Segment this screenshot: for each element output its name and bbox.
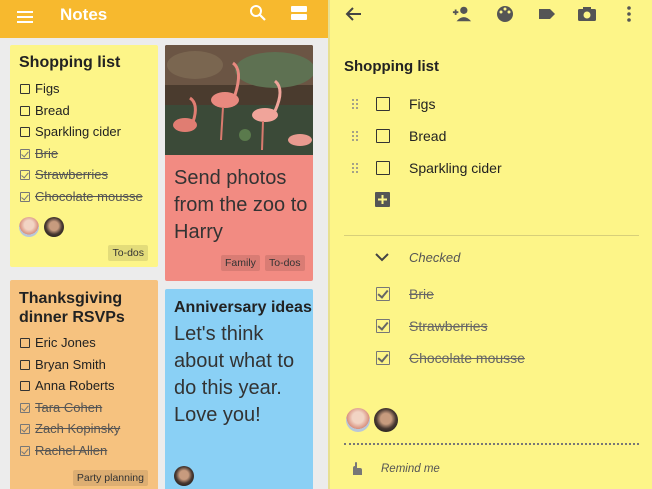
checked-checkbox[interactable]: [376, 351, 390, 365]
checkbox[interactable]: [376, 129, 390, 143]
search-icon[interactable]: [249, 4, 267, 22]
checkbox: [20, 381, 30, 391]
add-item-icon[interactable]: [375, 192, 390, 207]
note-card-anniversary[interactable]: Anniversary ideas Let's think about what…: [165, 289, 313, 489]
drag-handle-icon[interactable]: [352, 131, 360, 143]
collaborator-avatar: [174, 466, 194, 486]
list-item-text[interactable]: Bread: [409, 128, 446, 144]
collaborator-avatar: [19, 217, 39, 237]
checkbox: [20, 127, 30, 137]
list-item-text[interactable]: Strawberries: [409, 318, 488, 334]
label-chip: To-dos: [108, 245, 148, 261]
checked-checkbox: [20, 191, 30, 202]
app-title: Notes: [60, 5, 108, 24]
chevron-down-icon[interactable]: [374, 250, 390, 264]
checkbox[interactable]: [376, 97, 390, 111]
note-title: Shopping list: [19, 54, 121, 71]
list-item: Sparkling cider: [330, 155, 650, 185]
list-item-text[interactable]: Chocolate mousse: [409, 350, 525, 366]
note-body: Send photos from the zoo to Harry: [174, 167, 308, 243]
note-editor-pane: Shopping list Figs Bread Sparkling cider…: [328, 0, 652, 489]
divider: [344, 443, 639, 445]
list-item-text[interactable]: Sparkling cider: [409, 160, 502, 176]
list-item-text[interactable]: Figs: [409, 96, 435, 112]
list-item: Figs: [330, 91, 650, 121]
list-item-checked: Rachel Allen: [19, 440, 158, 462]
checked-checkbox[interactable]: [376, 287, 390, 301]
list-item-checked: Tara Cohen: [19, 397, 158, 419]
label-chip: Party planning: [72, 470, 148, 486]
list-item-checked: Brie: [19, 143, 158, 165]
list-item-text[interactable]: Brie: [409, 286, 434, 302]
collaborator-avatar[interactable]: [374, 408, 398, 432]
checked-checkbox: [20, 170, 30, 180]
more-vert-icon[interactable]: [619, 4, 639, 24]
label-chip: To-dos: [265, 255, 305, 271]
checkbox: [20, 359, 30, 370]
checked-checkbox: [20, 445, 30, 456]
note-title: Anniversary ideas: [174, 299, 312, 316]
checkbox: [20, 338, 30, 348]
checkbox: [20, 105, 30, 116]
list-item-checked: Chocolate mousse: [19, 186, 158, 208]
collaborator-avatar[interactable]: [346, 408, 370, 432]
list-item: Bread: [19, 100, 158, 122]
checked-checkbox: [20, 148, 30, 159]
reminder-hand-icon[interactable]: [348, 461, 364, 477]
note-card-thanksgiving[interactable]: Thanksgiving dinner RSVPs Eric Jones Bry…: [10, 280, 158, 489]
note-card-zoo[interactable]: Send photos from the zoo to Harry Family…: [165, 45, 313, 281]
checked-checkbox: [20, 424, 30, 434]
list-item-checked: Chocolate mousse: [330, 345, 650, 375]
list-item: Bread: [330, 123, 650, 153]
drag-handle-icon[interactable]: [352, 99, 360, 111]
notes-list-pane: Notes Shopping list Figs Bread Sparkling…: [0, 0, 328, 489]
list-item: Sparkling cider: [19, 121, 158, 143]
label-chip: Family: [221, 255, 260, 271]
flamingo-photo: [165, 45, 313, 155]
grid-view-icon[interactable]: [291, 6, 307, 21]
list-item: Bryan Smith: [19, 354, 158, 376]
note-body: Let's think about what to do this year. …: [174, 323, 295, 426]
collaborator-avatar: [44, 217, 64, 237]
add-collaborator-icon[interactable]: [452, 4, 472, 24]
list-item: Anna Roberts: [19, 375, 158, 397]
list-item-checked: Strawberries: [19, 164, 158, 186]
note-title: Thanksgiving dinner RSVPs: [19, 290, 125, 326]
checked-checkbox[interactable]: [376, 319, 390, 333]
palette-icon[interactable]: [495, 4, 515, 24]
note-title[interactable]: Shopping list: [344, 58, 439, 75]
app-bar: Notes: [0, 0, 328, 38]
list-item-checked: Strawberries: [330, 313, 650, 343]
divider: [344, 235, 639, 236]
drag-handle-icon[interactable]: [352, 163, 360, 175]
menu-icon[interactable]: [17, 9, 33, 23]
list-item-checked: Brie: [330, 281, 650, 311]
remind-me-button[interactable]: Remind me: [381, 463, 440, 475]
list-item: Figs: [19, 78, 158, 100]
checkbox[interactable]: [376, 161, 390, 175]
checkbox: [20, 84, 30, 94]
list-item-checked: Zach Kopinsky: [19, 418, 158, 440]
checked-checkbox: [20, 402, 30, 413]
checked-section-header[interactable]: Checked: [409, 250, 460, 265]
camera-icon[interactable]: [577, 4, 597, 24]
label-icon[interactable]: [537, 4, 557, 24]
list-item: Eric Jones: [19, 332, 158, 354]
back-arrow-icon[interactable]: [344, 4, 364, 24]
note-card-shopping-list[interactable]: Shopping list Figs Bread Sparkling cider…: [10, 45, 158, 267]
